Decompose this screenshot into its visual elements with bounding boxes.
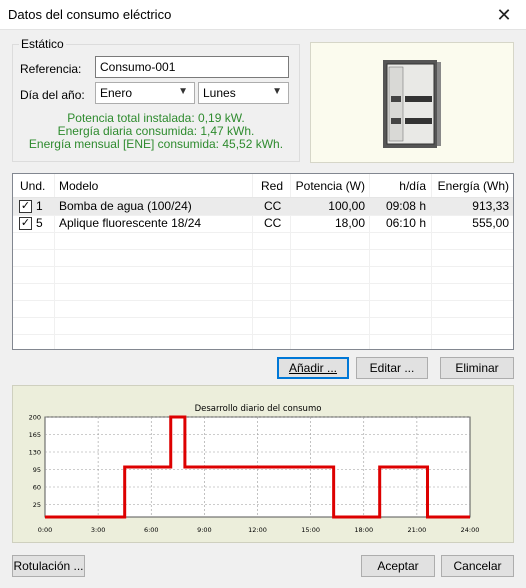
x-tick-label: 9:00 (197, 526, 212, 534)
referencia-input[interactable]: Consumo-001 (95, 56, 289, 78)
info-energia-diaria: Energía diaria consumida: 1,47 kWh. (57, 124, 255, 138)
cell-potencia: 100,00 (328, 199, 365, 213)
cell-modelo: Bomba de agua (100/24) (59, 199, 192, 213)
x-tick-label: 12:00 (248, 526, 267, 534)
consumo-table[interactable]: Und. Modelo Red Potencia (W) h/día Energ… (12, 173, 514, 350)
labels-button[interactable]: Rotulación ... (12, 555, 85, 577)
cell-und: 1 (36, 199, 43, 213)
weekday-value: Lunes (203, 86, 236, 100)
window-title: Datos del consumo eléctrico (8, 7, 172, 22)
x-tick-label: 24:00 (461, 526, 480, 534)
referencia-label: Referencia: (20, 62, 82, 76)
info-potencia: Potencia total instalada: 0,19 kW. (67, 111, 245, 125)
cell-und: 5 (36, 216, 43, 230)
chart-panel: 25 60 95 130 165 200 0:00 3:00 6:00 9:00 12:00 15:0… (12, 385, 514, 543)
y-tick-label: 25 (33, 501, 41, 509)
dia-label: Día del año: (20, 88, 85, 102)
referencia-value: Consumo-001 (100, 60, 176, 74)
x-tick-label: 15:00 (301, 526, 320, 534)
cell-energia: 913,33 (472, 199, 509, 213)
chevron-down-icon: ▼ (178, 86, 188, 97)
y-tick-label: 200 (29, 414, 41, 422)
col-hdia[interactable]: h/día (370, 174, 426, 197)
y-tick-label: 130 (29, 449, 41, 457)
x-tick-label: 21:00 (408, 526, 427, 534)
chevron-down-icon: ▼ (272, 86, 282, 97)
cell-hdia: 09:08 h (385, 199, 426, 213)
y-tick-label: 60 (33, 484, 41, 492)
y-tick-label: 165 (29, 431, 41, 439)
checkbox-checked-icon[interactable]: ✓ (19, 217, 32, 230)
table-row[interactable]: ✓ 1 Bomba de agua (100/24) CC 100,00 09:… (13, 198, 513, 215)
labels-button-label: Rotulación ... (13, 559, 84, 573)
col-energia[interactable]: Energía (Wh) (432, 174, 509, 197)
table-header: Und. Modelo Red Potencia (W) h/día Energ… (13, 174, 513, 198)
col-und[interactable]: Und. (20, 174, 45, 197)
weekday-select[interactable]: Lunes ▼ (198, 82, 289, 104)
close-button[interactable]: ✕ (482, 0, 526, 30)
chart-title: Desarrollo diario del consumo (195, 404, 322, 414)
x-tick-label: 6:00 (144, 526, 159, 534)
x-tick-label: 0:00 (38, 526, 53, 534)
preview-panel (310, 42, 514, 163)
title-bar: Datos del consumo eléctrico ✕ (0, 0, 526, 30)
cell-red: CC (264, 216, 282, 230)
checkbox-checked-icon[interactable]: ✓ (19, 200, 32, 213)
cell-energia: 555,00 (472, 216, 509, 230)
group-legend: Estático (19, 37, 66, 51)
add-button-label: Añadir ... (288, 361, 338, 375)
table-row[interactable]: ✓ 5 Aplique fluorescente 18/24 CC 18,00 … (13, 215, 513, 232)
cell-potencia: 18,00 (334, 216, 365, 230)
cell-hdia: 06:10 h (385, 216, 426, 230)
x-tick-label: 3:00 (91, 526, 106, 534)
month-select[interactable]: Enero ▼ (95, 82, 195, 104)
info-energia-mensual: Energía mensual [ENE] consumida: 45,52 k… (28, 137, 284, 151)
cell-modelo: Aplique fluorescente 18/24 (59, 216, 202, 230)
col-red[interactable]: Red (261, 174, 283, 197)
edit-button-label: Editar ... (369, 361, 415, 375)
col-potencia[interactable]: Potencia (W) (291, 174, 365, 197)
add-button[interactable]: Añadir ... (277, 357, 349, 379)
cancel-button-label: Cancelar (453, 559, 502, 573)
delete-button[interactable]: Eliminar (440, 357, 514, 379)
electrical-panel-image (383, 60, 441, 148)
accept-button[interactable]: Aceptar (361, 555, 435, 577)
consumption-chart: 25 60 95 130 165 200 0:00 3:00 6:00 9:00 12:00 15:0… (29, 404, 480, 534)
edit-button[interactable]: Editar ... (356, 357, 428, 379)
y-tick-label: 95 (33, 466, 41, 474)
x-tick-label: 18:00 (354, 526, 373, 534)
close-icon: ✕ (496, 4, 512, 25)
static-group: Estático Referencia: Consumo-001 Día del… (12, 37, 300, 162)
delete-button-label: Eliminar (455, 361, 499, 375)
month-value: Enero (100, 86, 133, 100)
accept-button-label: Aceptar (377, 559, 419, 573)
cell-red: CC (264, 199, 282, 213)
col-modelo[interactable]: Modelo (59, 174, 98, 197)
cancel-button[interactable]: Cancelar (441, 555, 514, 577)
